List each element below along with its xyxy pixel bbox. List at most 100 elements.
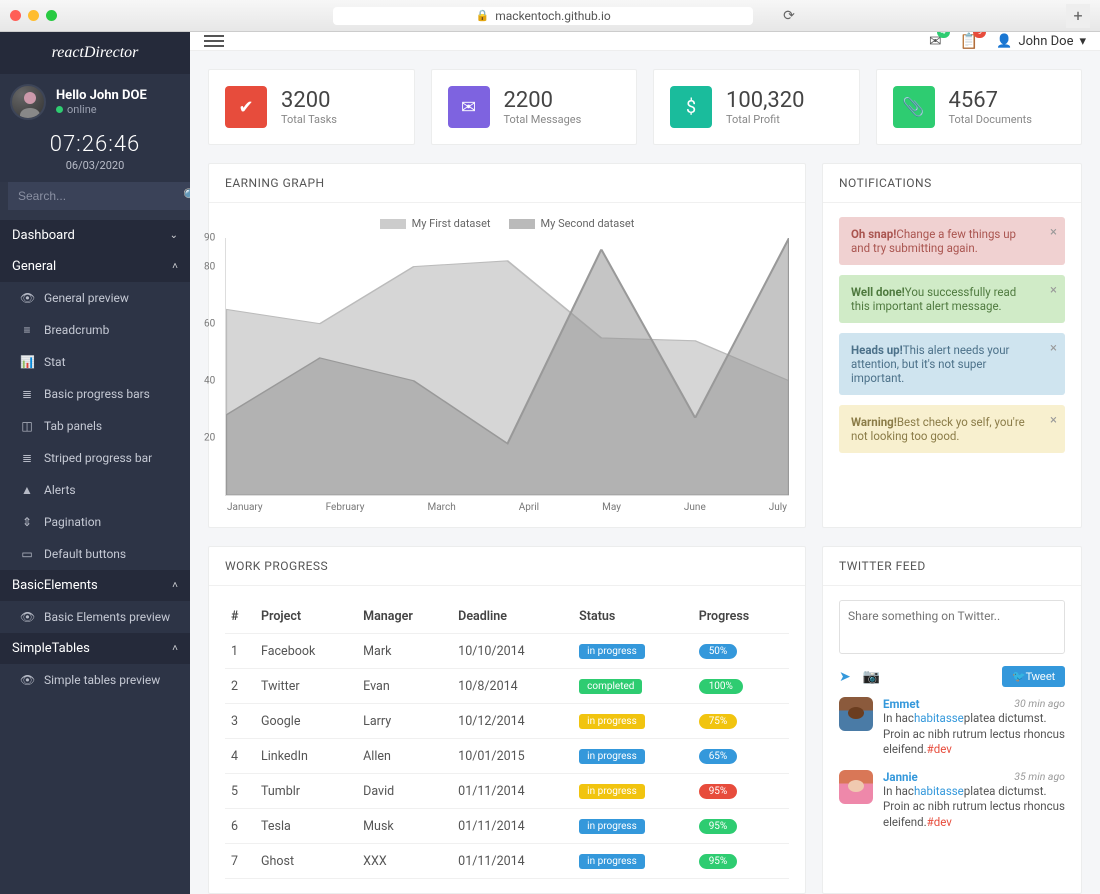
- nav-item[interactable]: ◫Tab panels: [0, 410, 190, 442]
- earning-title: EARNING GRAPH: [209, 164, 805, 203]
- tasks-icon[interactable]: 📋9: [960, 32, 979, 50]
- stat-card: $100,320Total Profit: [653, 69, 860, 145]
- nav-general[interactable]: General˄: [0, 251, 190, 282]
- status-badge: in progress: [579, 749, 645, 764]
- nav-dashboard[interactable]: Dashboard⌄: [0, 220, 190, 251]
- nav-item[interactable]: ≡Breadcrumb: [0, 314, 190, 346]
- nav-item[interactable]: ⇕Pagination: [0, 506, 190, 538]
- window-close-icon[interactable]: [10, 10, 21, 21]
- status-badge: in progress: [579, 819, 645, 834]
- nav-item[interactable]: ≣Striped progress bar: [0, 442, 190, 474]
- nav-icon: 👁: [20, 291, 34, 305]
- lock-icon: 🔒: [476, 9, 490, 22]
- status-badge: in progress: [579, 854, 645, 869]
- stat-value: 100,320: [726, 88, 805, 113]
- camera-icon[interactable]: 📷: [863, 669, 880, 685]
- window-minimize-icon[interactable]: [28, 10, 39, 21]
- x-tick-label: March: [428, 502, 456, 513]
- feed-hashtag[interactable]: #dev: [927, 815, 952, 829]
- close-icon[interactable]: ×: [1050, 283, 1057, 298]
- brand-logo[interactable]: reactDirector: [0, 32, 190, 74]
- notifications-title: NOTIFICATIONS: [823, 164, 1081, 203]
- stat-icon: $: [670, 86, 712, 128]
- stat-icon: ✉: [448, 86, 490, 128]
- avatar-icon[interactable]: [839, 697, 873, 731]
- close-icon[interactable]: ×: [1050, 225, 1057, 240]
- close-icon[interactable]: ×: [1050, 341, 1057, 356]
- reload-icon[interactable]: ⟳: [783, 8, 795, 24]
- browser-chrome: 🔒 mackentoch.github.io ⟳ +: [0, 0, 1100, 32]
- progress-badge: 95%: [699, 784, 738, 799]
- work-title: WORK PROGRESS: [209, 547, 805, 586]
- search-input[interactable]: [8, 182, 183, 210]
- stat-label: Total Documents: [949, 113, 1032, 126]
- topbar: ✉4 📋9 👤 John Doe ▾: [190, 32, 1100, 51]
- nav-icon: ◫: [20, 419, 34, 433]
- feed-text: In hachabitasseplatea dictumst. Proin ac…: [883, 711, 1065, 758]
- alert-title: Oh snap!: [851, 227, 896, 241]
- nav-item[interactable]: 👁 General preview: [0, 282, 190, 314]
- chevron-down-icon: ⌄: [170, 230, 178, 241]
- alert-danger: ×Oh snap!Change a few things up and try …: [839, 217, 1065, 265]
- nav-item-label: Basic progress bars: [44, 387, 150, 401]
- stat-icon: 📎: [893, 86, 935, 128]
- alert-warning: ×Warning!Best check yo self, you're not …: [839, 405, 1065, 453]
- stat-value: 2200: [504, 88, 582, 113]
- nav-simple-tables-preview[interactable]: 👁 Simple tables preview: [0, 664, 190, 696]
- nav-item-label: General preview: [44, 291, 129, 305]
- mail-icon[interactable]: ✉4: [929, 32, 942, 50]
- nav-item[interactable]: ≣Basic progress bars: [0, 378, 190, 410]
- y-tick-label: 60: [204, 318, 215, 329]
- status-badge: completed: [579, 679, 642, 694]
- feed-author[interactable]: Emmet: [883, 697, 920, 711]
- avatar-icon[interactable]: [839, 770, 873, 804]
- table-header: Progress: [693, 600, 789, 634]
- table-header: #: [225, 600, 255, 634]
- user-block: Hello John DOE online: [0, 74, 190, 126]
- user-menu[interactable]: 👤 John Doe ▾: [996, 34, 1086, 49]
- notifications-panel: NOTIFICATIONS ×Oh snap!Change a few thin…: [822, 163, 1082, 528]
- y-tick-label: 90: [204, 233, 215, 244]
- nav-item[interactable]: 📊Stat: [0, 346, 190, 378]
- user-avatar-icon[interactable]: [10, 84, 46, 120]
- url-text: mackentoch.github.io: [495, 9, 610, 23]
- eye-icon: 👁: [20, 673, 34, 687]
- location-icon[interactable]: ➤: [839, 669, 851, 685]
- close-icon[interactable]: ×: [1050, 413, 1057, 428]
- status-badge: in progress: [579, 644, 645, 659]
- x-tick-label: July: [769, 502, 787, 513]
- nav-basic-elements[interactable]: BasicElements˄: [0, 570, 190, 601]
- url-bar[interactable]: 🔒 mackentoch.github.io: [333, 7, 753, 25]
- nav-item[interactable]: ▲Alerts: [0, 474, 190, 506]
- sidebar: reactDirector Hello John DOE online 07:2…: [0, 32, 190, 894]
- feed-link[interactable]: habitasse: [914, 784, 964, 798]
- user-status: online: [67, 103, 97, 116]
- table-header: Status: [573, 600, 693, 634]
- alert-title: Warning!: [851, 415, 897, 429]
- nav-simple-tables[interactable]: SimpleTables˄: [0, 633, 190, 664]
- clock-date: 06/03/2020: [0, 159, 190, 172]
- nav-item[interactable]: ▭Default buttons: [0, 538, 190, 570]
- feed-link[interactable]: habitasse: [914, 711, 964, 725]
- table-header: Project: [255, 600, 357, 634]
- status-badge: in progress: [579, 714, 645, 729]
- window-maximize-icon[interactable]: [46, 10, 57, 21]
- nav-basic-elements-preview[interactable]: 👁 Basic Elements preview: [0, 601, 190, 633]
- hamburger-icon[interactable]: [204, 32, 224, 50]
- progress-badge: 95%: [699, 854, 738, 869]
- alert-title: Heads up!: [851, 343, 903, 357]
- feed-hashtag[interactable]: #dev: [927, 742, 952, 756]
- nav-item-label: Breadcrumb: [44, 323, 109, 337]
- legend-swatch-icon: [380, 219, 406, 229]
- nav-item-label: Pagination: [44, 515, 101, 529]
- table-row: 4LinkedInAllen10/01/2015in progress65%: [225, 739, 789, 774]
- stat-label: Total Profit: [726, 113, 805, 126]
- new-tab-button[interactable]: +: [1066, 4, 1090, 28]
- progress-badge: 65%: [699, 749, 738, 764]
- user-greeting: Hello John DOE: [56, 88, 147, 103]
- feed-author[interactable]: Jannie: [883, 770, 918, 784]
- y-tick-label: 40: [204, 375, 215, 386]
- tweet-textarea[interactable]: [839, 600, 1065, 654]
- tweet-button[interactable]: 🐦Tweet: [1002, 666, 1065, 687]
- progress-badge: 75%: [699, 714, 738, 729]
